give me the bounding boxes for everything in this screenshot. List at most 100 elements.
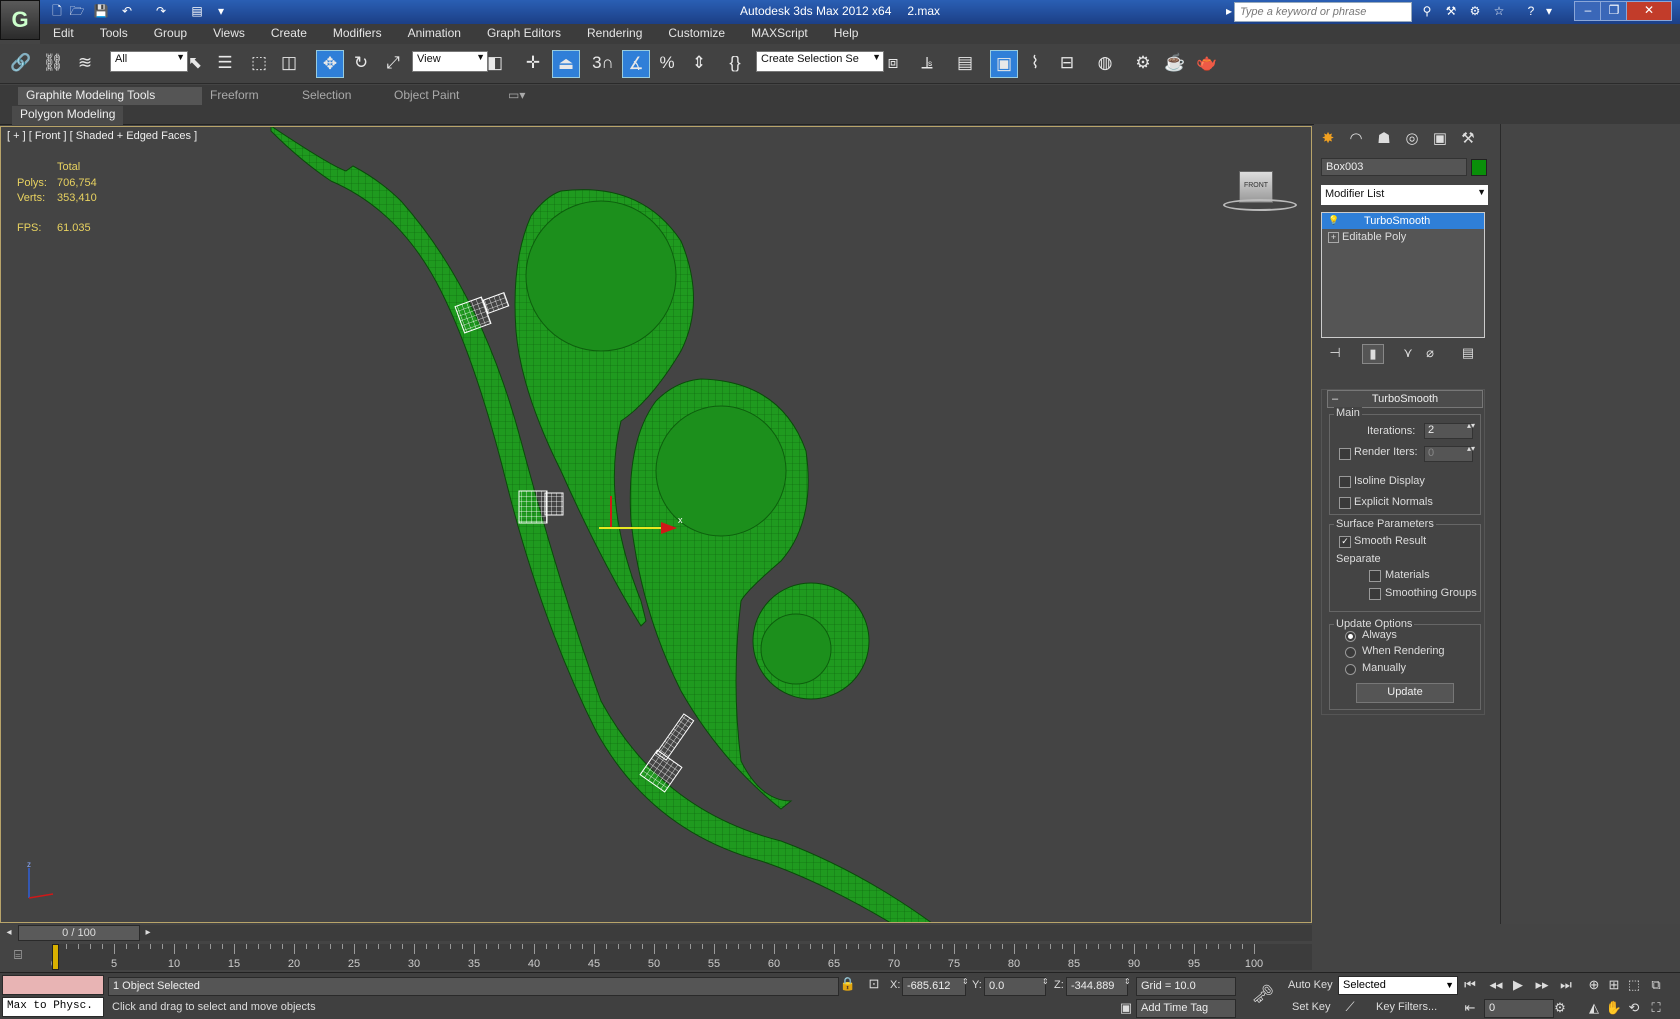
render-iters-checkbox[interactable]	[1339, 448, 1351, 460]
rectangular-selection-icon[interactable]: ⬚	[246, 50, 272, 76]
create-tab-icon[interactable]: ✸	[1318, 129, 1338, 149]
menu-customize[interactable]: Customize	[655, 24, 738, 42]
zoom-extents-all-icon[interactable]: ⧉	[1646, 976, 1666, 994]
align-icon[interactable]: ⫡	[914, 50, 940, 76]
favorites-star-icon[interactable]: ☆	[1490, 3, 1508, 20]
turbosmooth-rollout-header[interactable]: – TurboSmooth	[1327, 390, 1483, 408]
hierarchy-tab-icon[interactable]: ☗	[1374, 129, 1394, 149]
tab-selection[interactable]: Selection	[294, 87, 359, 106]
pan-view-icon[interactable]: ✋	[1604, 999, 1624, 1017]
reference-coordinate-dropdown[interactable]: View ▼	[412, 51, 488, 72]
menu-help[interactable]: Help	[821, 24, 872, 42]
time-cursor[interactable]	[52, 944, 59, 970]
explicit-normals-checkbox[interactable]	[1339, 497, 1351, 509]
make-unique-icon[interactable]: ⋎	[1398, 344, 1418, 362]
close-button[interactable]: ✕	[1626, 1, 1672, 21]
pin-stack-icon[interactable]: ⊣	[1325, 344, 1345, 362]
communication-icon[interactable]: ⚙	[1466, 3, 1484, 20]
isoline-display-checkbox[interactable]	[1339, 476, 1351, 488]
minimize-button[interactable]: –	[1574, 1, 1602, 21]
save-icon[interactable]: 💾	[92, 3, 110, 20]
manually-radio[interactable]	[1345, 664, 1356, 675]
menu-edit[interactable]: Edit	[40, 24, 87, 42]
viewcube[interactable]: FRONT	[1223, 165, 1297, 215]
key-mode-toggle-icon[interactable]: ⇤	[1460, 999, 1480, 1017]
pivot-center-icon[interactable]: ◧	[482, 50, 508, 76]
spinner-arrows-icon[interactable]: ⇕	[1124, 977, 1131, 986]
menu-create[interactable]: Create	[258, 24, 320, 42]
window-crossing-icon[interactable]: ◫	[276, 50, 302, 76]
middle-pod-disk[interactable]	[655, 405, 787, 537]
menu-group[interactable]: Group	[141, 24, 200, 42]
stack-item-turbosmooth[interactable]: 💡 TurboSmooth	[1322, 213, 1484, 229]
maximize-button[interactable]: ❐	[1600, 1, 1628, 21]
curve-editor-icon[interactable]: ⌇	[1022, 50, 1048, 76]
lock-selection-icon[interactable]: 🔒	[838, 975, 858, 993]
menu-animation[interactable]: Animation	[395, 24, 474, 42]
unlink-icon[interactable]: ⛓	[40, 50, 66, 76]
spinner-arrows-icon[interactable]: ▴▾	[1467, 421, 1475, 430]
time-configuration-icon[interactable]: ⚙	[1550, 999, 1570, 1017]
render-iters-spinner[interactable]: 0	[1424, 446, 1473, 462]
spinner-arrows-icon[interactable]: ▴▾	[1467, 444, 1475, 453]
absolute-mode-icon[interactable]: ⊡	[864, 975, 884, 993]
display-tab-icon[interactable]: ▣	[1430, 129, 1450, 149]
stack-item-editable-poly[interactable]: + Editable Poly	[1322, 229, 1484, 245]
named-selection-dropdown[interactable]: Create Selection Se ▼	[756, 51, 884, 72]
auto-key-button[interactable]: Auto Key	[1288, 979, 1333, 991]
smooth-result-checkbox[interactable]: ✓	[1339, 536, 1351, 548]
time-slider-track[interactable]	[18, 925, 1312, 941]
link-icon[interactable]: 🔗	[8, 50, 34, 76]
scale-icon[interactable]: ⤢	[380, 50, 406, 76]
object-color-swatch[interactable]	[1471, 159, 1487, 176]
connector-bottom[interactable]	[639, 713, 695, 793]
angle-snap-icon[interactable]: ∡	[622, 50, 650, 78]
default-tangents-icon[interactable]: ⟋	[1340, 998, 1360, 1016]
smoothing-groups-checkbox[interactable]	[1369, 588, 1381, 600]
maximize-viewport-icon[interactable]: ⛶	[1646, 999, 1666, 1017]
next-frame-icon[interactable]: ▸▸	[1532, 976, 1552, 994]
select-manipulate-icon[interactable]: ✛	[520, 50, 546, 76]
select-by-name-icon[interactable]: ☰	[212, 50, 238, 76]
key-mode-dropdown[interactable]: Selected ▼	[1338, 976, 1458, 995]
bind-space-warp-icon[interactable]: ≋	[72, 50, 98, 76]
material-editor-icon[interactable]: ◍	[1092, 50, 1118, 76]
x-coordinate-field[interactable]: -685.612	[902, 977, 966, 996]
layer-manager-icon[interactable]: ▤	[952, 50, 978, 76]
project-folder-icon[interactable]: ▤	[188, 3, 206, 20]
always-radio[interactable]	[1345, 631, 1356, 642]
zoom-all-icon[interactable]: ⊞	[1604, 976, 1624, 994]
update-button[interactable]: Update	[1356, 683, 1454, 703]
subscription-icon[interactable]: ⚒	[1442, 3, 1460, 20]
render-setup-icon[interactable]: ⚙	[1130, 50, 1156, 76]
rendered-frame-window-icon[interactable]: ☕	[1162, 50, 1188, 76]
when-rendering-radio[interactable]	[1345, 647, 1356, 658]
remove-modifier-icon[interactable]: ⌀	[1420, 344, 1440, 362]
undo-icon[interactable]: ↶	[118, 3, 136, 20]
timeline-track[interactable]: 0510152025303540455055606570758085909510…	[51, 944, 1312, 970]
selection-filter-dropdown[interactable]: All ▼	[110, 51, 188, 72]
orbit-icon[interactable]: ⟲	[1624, 999, 1644, 1017]
binoculars-icon[interactable]: ⚲	[1418, 3, 1436, 20]
menu-views[interactable]: Views	[200, 24, 258, 42]
tab-freeform[interactable]: Freeform	[202, 87, 267, 106]
keyboard-shortcut-override-icon[interactable]: ⏏	[552, 50, 580, 78]
mirror-icon[interactable]: ⧈	[880, 50, 906, 76]
time-slider-thumb[interactable]: 0 / 100	[18, 925, 140, 941]
move-icon[interactable]: ✥	[316, 50, 344, 78]
select-object-icon[interactable]: ⬉	[182, 50, 208, 76]
maxscript-mini-listener-top[interactable]	[2, 975, 104, 995]
set-key-mode-icon[interactable]: 🗝	[1250, 985, 1276, 1003]
set-key-button[interactable]: Set Key	[1292, 1001, 1331, 1013]
spinner-snap-icon[interactable]: ⇕	[686, 50, 712, 76]
slider-next-icon[interactable]: ▸	[140, 925, 156, 941]
slider-prev-icon[interactable]: ◂	[0, 925, 18, 941]
search-input[interactable]: Type a keyword or phrase	[1234, 2, 1412, 22]
field-of-view-icon[interactable]: ◭	[1584, 999, 1604, 1017]
play-icon[interactable]: ▶	[1508, 976, 1528, 994]
graphite-toggle-icon[interactable]: ▣	[990, 50, 1018, 78]
percent-snap-icon[interactable]: %	[654, 50, 680, 76]
current-frame-field[interactable]: 0	[1484, 999, 1554, 1018]
go-to-end-icon[interactable]: ⏭	[1556, 976, 1576, 994]
edit-named-selection-icon[interactable]: {}	[722, 50, 748, 76]
